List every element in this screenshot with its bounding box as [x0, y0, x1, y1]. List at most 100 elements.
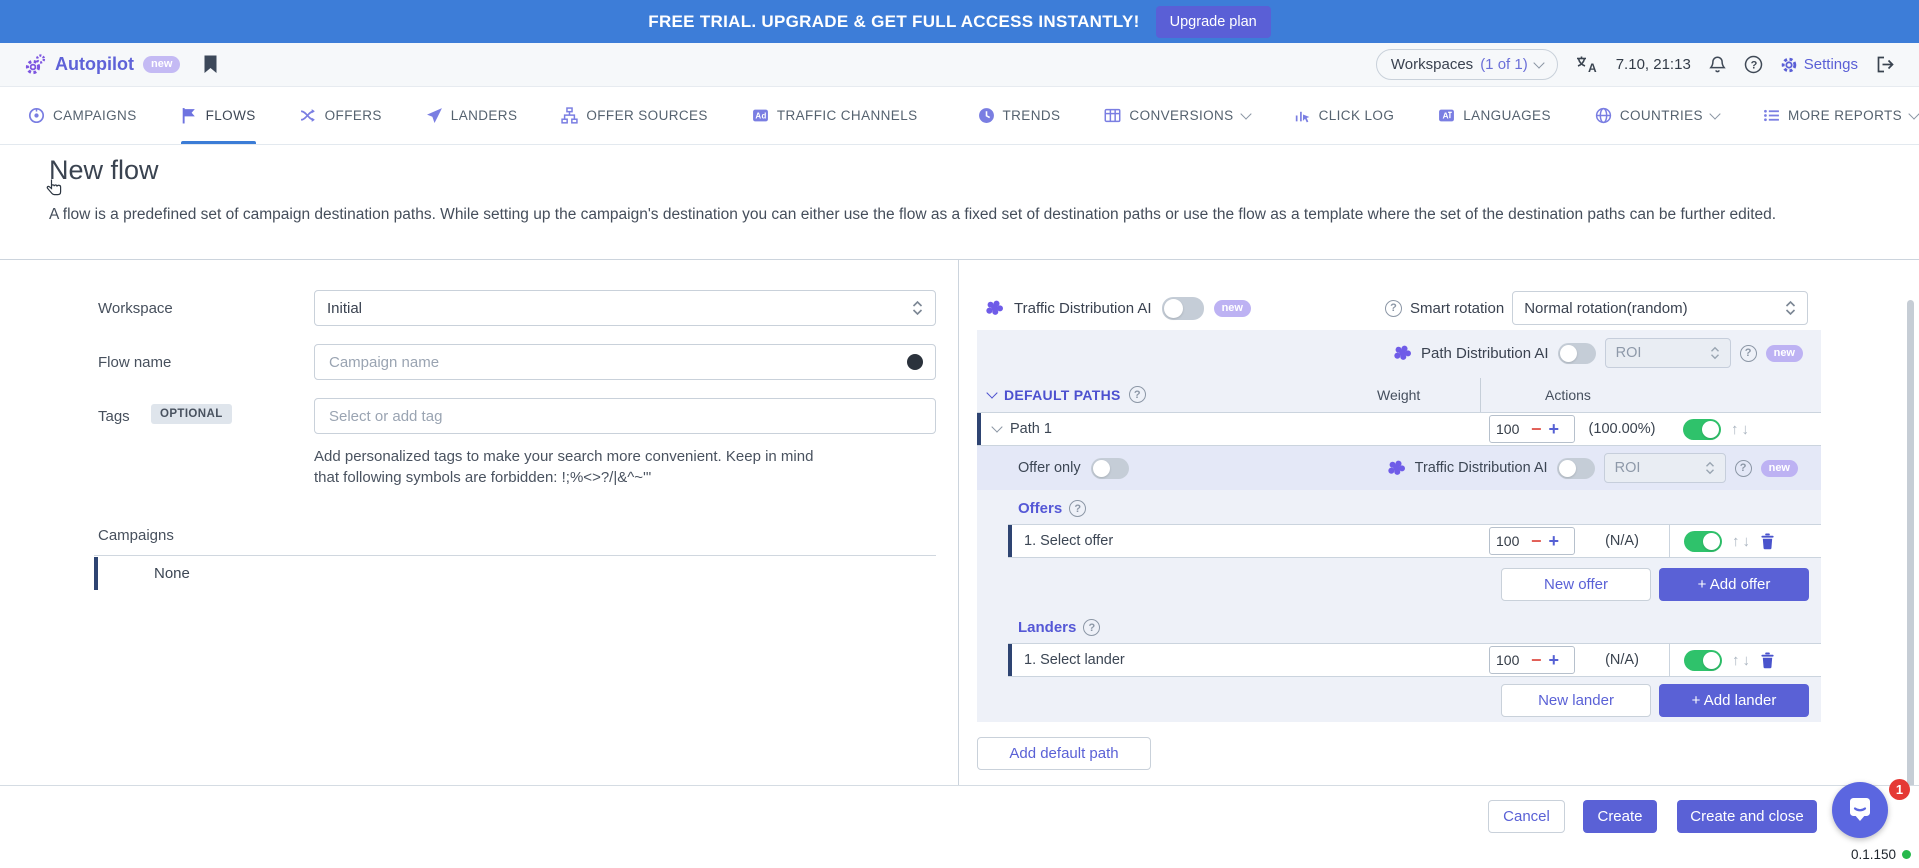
- help-icon[interactable]: ?: [1129, 386, 1146, 403]
- help-icon[interactable]: ?: [1069, 500, 1086, 517]
- create-and-close-button[interactable]: Create and close: [1677, 800, 1817, 833]
- offer-share: (N/A): [1575, 533, 1669, 549]
- path-row-controls: − + (100.00%) ↑ ↓: [1489, 413, 1821, 445]
- notifications-bell-icon[interactable]: [1708, 55, 1727, 75]
- add-lander-button[interactable]: + Add lander: [1659, 684, 1809, 717]
- logout-icon[interactable]: [1875, 55, 1895, 74]
- bookmark-icon[interactable]: [203, 55, 218, 74]
- traffic-ai-toggle[interactable]: [1162, 297, 1204, 320]
- nav-item-offer-sources[interactable]: OFFER SOURCES: [561, 87, 707, 144]
- create-button[interactable]: Create: [1583, 800, 1657, 833]
- tags-help-text: Add personalized tags to make your searc…: [314, 447, 826, 488]
- default-paths-title[interactable]: DEFAULT PATHS ?: [988, 386, 1146, 403]
- nav-item-offers[interactable]: OFFERS: [300, 87, 382, 144]
- workspace-select[interactable]: Initial: [314, 290, 936, 326]
- smart-rotation-select[interactable]: Normal rotation(random): [1512, 291, 1808, 325]
- settings-button[interactable]: Settings: [1780, 56, 1858, 74]
- offer-enabled-toggle[interactable]: [1684, 531, 1722, 552]
- offer-only-toggle[interactable]: [1091, 458, 1129, 479]
- lander-row[interactable]: 1. Select lander − + (N/A) ↑ ↓: [1008, 643, 1821, 677]
- weight-plus-button[interactable]: +: [1549, 532, 1560, 550]
- workspace-label: Workspace: [98, 300, 173, 317]
- cancel-button[interactable]: Cancel: [1488, 800, 1565, 833]
- path-traffic-ai-metric-select[interactable]: ROI: [1604, 453, 1726, 483]
- weight-minus-button[interactable]: −: [1531, 420, 1542, 438]
- weight-minus-button[interactable]: −: [1531, 532, 1542, 550]
- weight-minus-button[interactable]: −: [1531, 651, 1542, 669]
- move-up-icon[interactable]: ↑: [1731, 422, 1739, 437]
- footer-buttons: Cancel Create Create and close: [1488, 800, 1817, 833]
- countries-globe-icon: [1595, 107, 1612, 124]
- move-down-icon[interactable]: ↓: [1743, 534, 1751, 549]
- workspaces-dropdown[interactable]: Workspaces (1 of 1): [1376, 49, 1558, 80]
- move-down-icon[interactable]: ↓: [1743, 653, 1751, 668]
- new-offer-button[interactable]: New offer: [1501, 568, 1651, 601]
- vertical-scrollbar[interactable]: [1907, 300, 1914, 788]
- path-traffic-ai-toggle[interactable]: [1557, 458, 1595, 479]
- weight-plus-button[interactable]: +: [1549, 651, 1560, 669]
- path-row[interactable]: Path 1 − + (100.00%) ↑ ↓: [977, 412, 1821, 446]
- path-ai-metric-select[interactable]: ROI: [1605, 338, 1731, 368]
- move-down-icon[interactable]: ↓: [1742, 422, 1750, 437]
- move-up-icon[interactable]: ↑: [1732, 653, 1740, 668]
- weight-input[interactable]: [1496, 652, 1524, 668]
- delete-trash-icon[interactable]: [1760, 533, 1775, 550]
- path-traffic-ai-new-badge: new: [1761, 460, 1798, 477]
- nav-item-languages[interactable]: A LANGUAGES: [1438, 87, 1551, 144]
- add-default-path-button[interactable]: Add default path: [977, 737, 1151, 770]
- path-ai-label: Path Distribution AI: [1421, 345, 1549, 362]
- nav-item-flows[interactable]: FLOWS: [181, 87, 256, 144]
- nav-item-traffic-channels[interactable]: Ad TRAFFIC CHANNELS: [752, 87, 918, 144]
- help-icon[interactable]: ?: [1740, 345, 1757, 362]
- path-ai-toggle[interactable]: [1558, 343, 1596, 364]
- select-stepper-icon: [1710, 346, 1720, 360]
- brand-block: Autopilot new: [24, 54, 218, 76]
- translate-icon[interactable]: A: [1575, 55, 1599, 75]
- nav-item-landers[interactable]: LANDERS: [426, 87, 518, 144]
- offer-only-control: Offer only: [1018, 458, 1129, 479]
- select-stepper-icon: [1705, 461, 1715, 475]
- settings-label: Settings: [1804, 56, 1858, 73]
- new-lander-button[interactable]: New lander: [1501, 684, 1651, 717]
- flows-flag-icon: [181, 107, 198, 124]
- mouse-cursor: [46, 178, 63, 203]
- move-up-icon[interactable]: ↑: [1732, 534, 1740, 549]
- traffic-channels-ad-icon: Ad: [752, 107, 769, 124]
- upgrade-plan-button[interactable]: Upgrade plan: [1156, 6, 1271, 38]
- weight-stepper: − +: [1489, 646, 1575, 674]
- weight-plus-button[interactable]: +: [1549, 420, 1560, 438]
- flow-name-input[interactable]: [327, 353, 907, 372]
- delete-trash-icon[interactable]: [1760, 652, 1775, 669]
- path-enabled-toggle[interactable]: [1683, 419, 1721, 440]
- nav-item-trends[interactable]: TRENDS: [978, 87, 1061, 144]
- tags-label: Tags: [98, 408, 130, 425]
- help-icon[interactable]: ?: [1744, 55, 1763, 74]
- weight-input[interactable]: [1496, 421, 1524, 437]
- nav-item-campaigns[interactable]: CAMPAIGNS: [28, 87, 137, 144]
- help-icon[interactable]: ?: [1385, 300, 1402, 317]
- nav-item-conversions[interactable]: CONVERSIONS: [1104, 87, 1249, 144]
- offer-only-row: Offer only Traffic Distribution AI ROI ?…: [977, 446, 1821, 490]
- nav-item-click-log[interactable]: CLICK LOG: [1294, 87, 1395, 144]
- nav-item-more-reports[interactable]: MORE REPORTS: [1763, 87, 1918, 144]
- trial-banner: FREE TRIAL. UPGRADE & GET FULL ACCESS IN…: [0, 0, 1919, 43]
- help-icon[interactable]: ?: [1083, 619, 1100, 636]
- smart-rotation-label: Smart rotation: [1410, 300, 1504, 317]
- tags-input[interactable]: [327, 407, 923, 426]
- path-actions: ↑ ↓: [1669, 413, 1821, 445]
- lander-enabled-toggle[interactable]: [1684, 650, 1722, 671]
- workspaces-label: Workspaces: [1391, 56, 1473, 73]
- add-offer-button[interactable]: + Add offer: [1659, 568, 1809, 601]
- conversions-table-icon: [1104, 107, 1121, 124]
- nav-item-countries[interactable]: COUNTRIES: [1595, 87, 1719, 144]
- collapse-chevron-icon[interactable]: [991, 421, 1002, 432]
- offer-row[interactable]: 1. Select offer − + (N/A) ↑ ↓: [1008, 524, 1821, 558]
- help-icon[interactable]: ?: [1735, 460, 1752, 477]
- campaigns-row: None: [94, 555, 936, 591]
- brand-title[interactable]: Autopilot: [55, 54, 134, 75]
- weight-input[interactable]: [1496, 533, 1524, 549]
- flow-color-picker[interactable]: [907, 354, 923, 370]
- traffic-distribution-ai-row: Traffic Distribution AI new: [985, 290, 1251, 326]
- chevron-down-icon: [1709, 108, 1720, 119]
- chat-widget-button[interactable]: [1832, 782, 1888, 838]
